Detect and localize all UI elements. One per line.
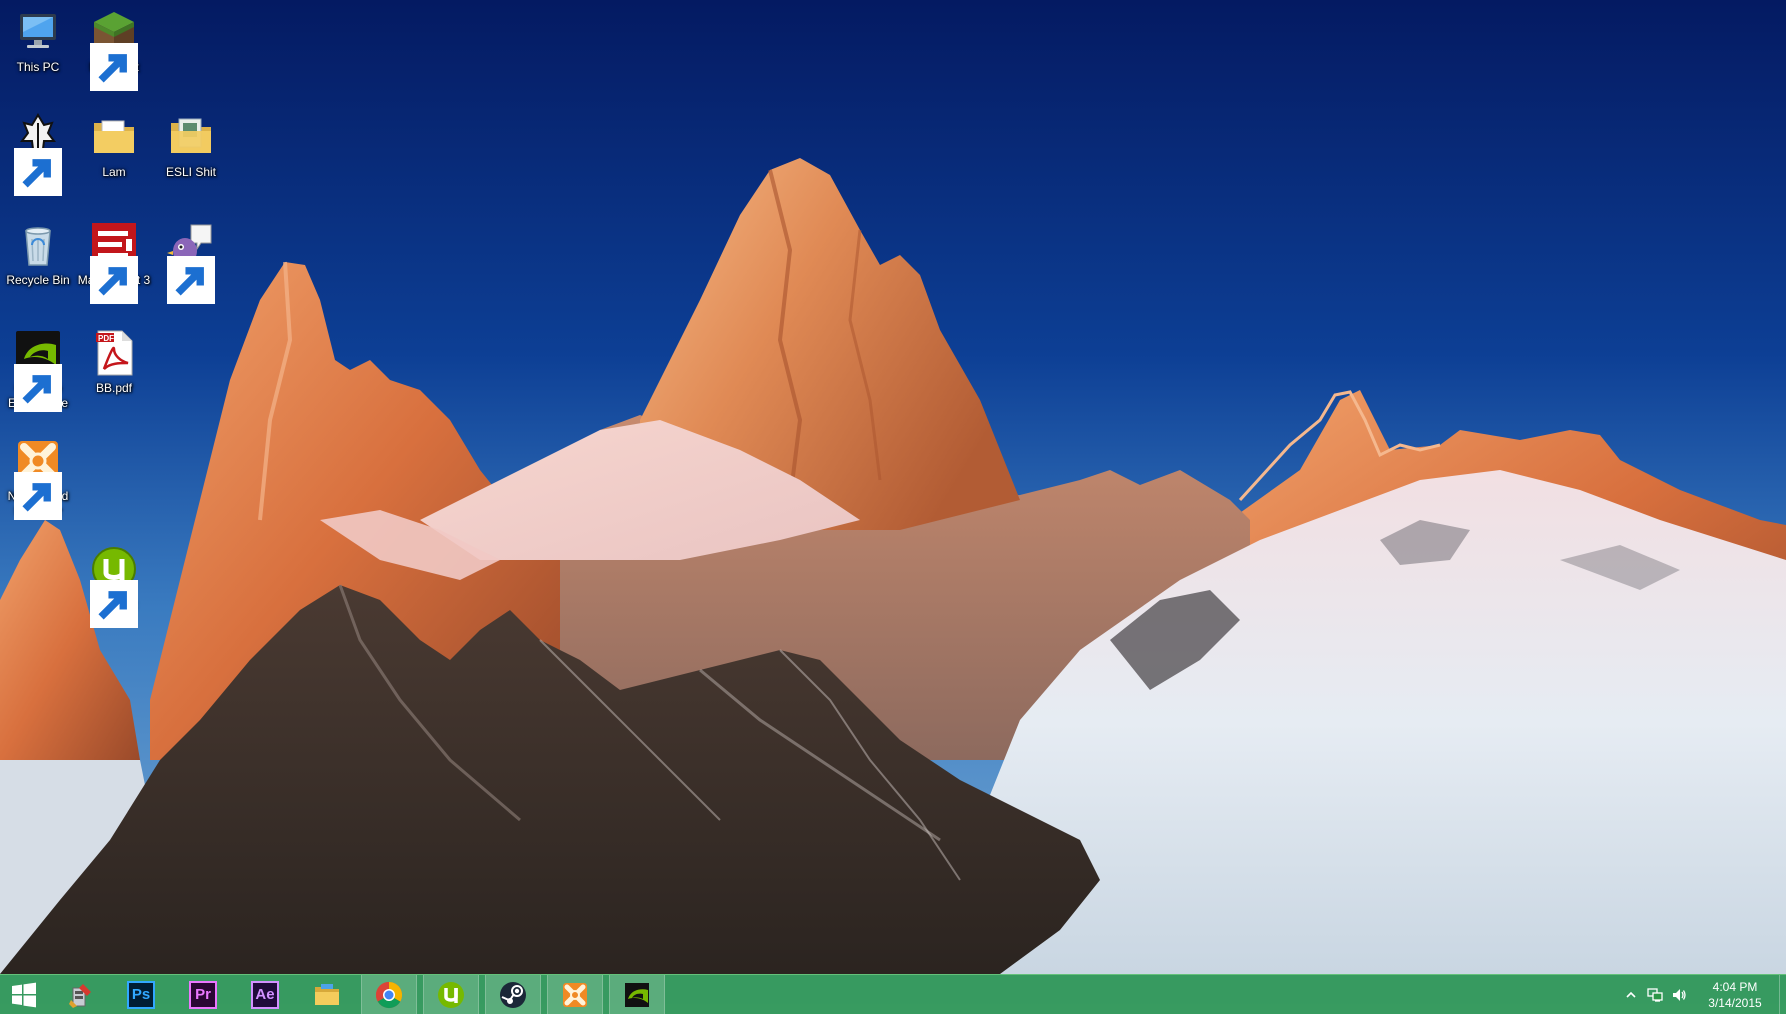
desktop-icon-nexus-mod-manager[interactable]: Nexus Mod Manager bbox=[0, 437, 76, 520]
desktop-icon-recycle-bin[interactable]: Recycle Bin bbox=[0, 221, 76, 288]
desktop-icon-esli-shit[interactable]: ESLI Shit bbox=[153, 113, 229, 180]
wallpaper-mountains bbox=[0, 0, 1786, 1014]
desktop-icon-utorrent[interactable]: µTorrent bbox=[76, 545, 152, 628]
desktop-icon-label: BB.pdf bbox=[95, 381, 133, 395]
desktop-icon-geforce-experience[interactable]: GeForce Experience bbox=[0, 329, 76, 412]
folder-icon bbox=[90, 113, 138, 161]
file-explorer-icon bbox=[315, 983, 339, 1005]
shortcut-arrow-icon bbox=[14, 148, 62, 196]
system-tray: 4:04 PM 3/14/2015 bbox=[1619, 975, 1786, 1014]
taskbar-geforce[interactable] bbox=[609, 975, 665, 1014]
taskbar-chrome[interactable] bbox=[361, 975, 417, 1014]
desktop-icon-mass-effect-3[interactable]: Mass Effect 3 bbox=[76, 221, 152, 304]
shortcut-arrow-icon bbox=[90, 43, 138, 91]
desktop-icon-label: Lam bbox=[102, 165, 126, 179]
desktop-icon-label: This PC bbox=[16, 60, 60, 74]
taskbar-utorrent[interactable] bbox=[423, 975, 479, 1014]
nexus-icon bbox=[14, 437, 62, 520]
pidgin-icon bbox=[167, 221, 215, 304]
shortcut-arrow-icon bbox=[90, 256, 138, 304]
show-hidden-icons-button[interactable] bbox=[1619, 975, 1643, 1014]
taskbar-nexus[interactable] bbox=[547, 975, 603, 1014]
desktop-icon-skyrim[interactable]: Skyrim (SKSE) bbox=[0, 113, 76, 196]
desktop-icon-this-pc[interactable]: This PC bbox=[0, 8, 76, 75]
desktop-icon-minecraft[interactable]: Minecraft bbox=[76, 8, 152, 91]
start-button[interactable] bbox=[0, 975, 48, 1014]
chrome-icon bbox=[375, 981, 403, 1008]
steam-icon bbox=[500, 981, 526, 1008]
network-icon bbox=[1647, 987, 1663, 1002]
network-button[interactable] bbox=[1643, 975, 1667, 1014]
utorrent-icon bbox=[438, 981, 464, 1008]
volume-icon bbox=[1673, 988, 1686, 1001]
svg-text:PDF: PDF bbox=[98, 334, 114, 343]
desktop-icon-pidgin[interactable]: Pidgin bbox=[153, 221, 229, 304]
nexus-icon bbox=[563, 982, 587, 1007]
photoshop-icon: Ps bbox=[127, 980, 155, 1009]
mass-effect-icon bbox=[90, 221, 138, 304]
clock-date: 3/14/2015 bbox=[1708, 995, 1762, 1010]
show-hidden-icons-icon bbox=[1626, 991, 1636, 998]
desktop[interactable]: This PC Minecraft Sky bbox=[0, 0, 1786, 1014]
shortcut-arrow-icon bbox=[14, 364, 62, 412]
desktop-icon-lam[interactable]: Lam bbox=[76, 113, 152, 180]
tool-app-icon bbox=[69, 983, 91, 1008]
taskbar-app-tool[interactable] bbox=[52, 975, 108, 1014]
after-effects-icon: Ae bbox=[251, 980, 279, 1009]
pdf-icon: PDF bbox=[90, 329, 138, 377]
shortcut-arrow-icon bbox=[14, 472, 62, 520]
taskbar-steam[interactable] bbox=[485, 975, 541, 1014]
computer-icon bbox=[14, 8, 62, 56]
utorrent-icon bbox=[90, 545, 138, 628]
premiere-icon: Pr bbox=[189, 980, 217, 1009]
shortcut-arrow-icon bbox=[90, 580, 138, 628]
clock-time: 4:04 PM bbox=[1712, 979, 1758, 994]
shortcut-arrow-icon bbox=[167, 256, 215, 304]
nvidia-icon bbox=[625, 982, 649, 1007]
nvidia-icon bbox=[14, 329, 62, 412]
folder-icon bbox=[167, 113, 215, 161]
volume-button[interactable] bbox=[1667, 975, 1691, 1014]
desktop-icon-bb-pdf[interactable]: PDF BB.pdf bbox=[76, 329, 152, 396]
desktop-icon-label: ESLI Shit bbox=[165, 165, 217, 179]
windows-logo-icon bbox=[12, 982, 36, 1007]
taskbar-after-effects[interactable]: Ae bbox=[237, 975, 293, 1014]
recycle-bin-icon bbox=[14, 221, 62, 269]
clock[interactable]: 4:04 PM 3/14/2015 bbox=[1691, 979, 1779, 1011]
taskbar-photoshop[interactable]: Ps bbox=[113, 975, 169, 1014]
minecraft-grass-block-icon bbox=[90, 8, 138, 91]
show-desktop-button[interactable] bbox=[1779, 975, 1786, 1014]
taskbar: Ps Pr Ae 4:04 PM 3/14/2015 bbox=[0, 974, 1786, 1014]
skyrim-dragon-icon bbox=[14, 113, 62, 196]
taskbar-premiere[interactable]: Pr bbox=[175, 975, 231, 1014]
taskbar-file-explorer[interactable] bbox=[299, 975, 355, 1014]
desktop-icon-label: Recycle Bin bbox=[6, 273, 70, 287]
